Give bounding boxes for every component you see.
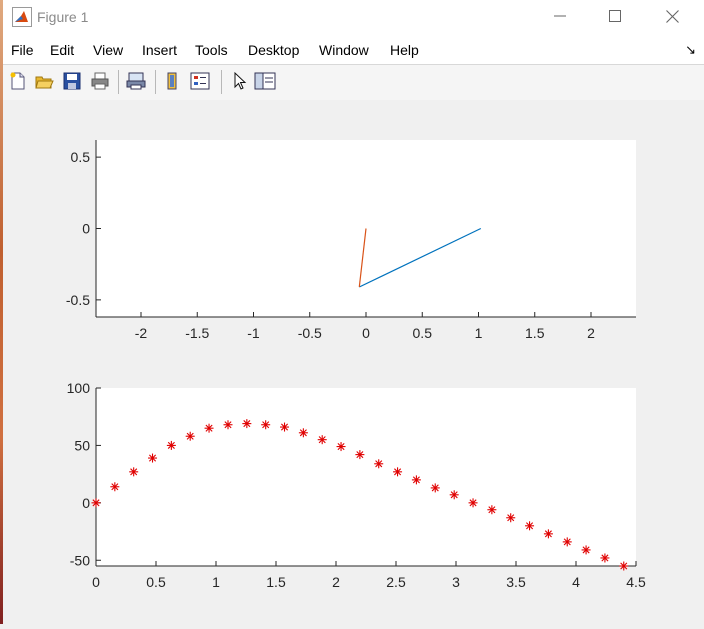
y-tick-label: -50 xyxy=(70,552,90,568)
x-tick-label: 3 xyxy=(452,574,460,590)
x-tick-label: 0.5 xyxy=(413,325,433,341)
open-file-button[interactable] xyxy=(32,69,56,93)
y-tick-label: -0.5 xyxy=(66,292,90,308)
scatter-point xyxy=(298,428,308,438)
scatter-point xyxy=(204,423,214,433)
title-bar[interactable]: Figure 1 xyxy=(3,0,704,36)
scatter-point xyxy=(242,419,252,429)
x-tick-label: -1.5 xyxy=(185,325,209,341)
scatter-point xyxy=(223,420,233,430)
x-tick-label: 4 xyxy=(572,574,580,590)
toolbar-separator xyxy=(155,70,156,94)
x-tick-label: -2 xyxy=(135,325,148,341)
dock-arrow-icon[interactable]: ↘ xyxy=(685,42,696,58)
print-preview-icon xyxy=(126,72,146,90)
scatter-point xyxy=(468,498,478,508)
x-tick-label: 0 xyxy=(92,574,100,590)
matlab-logo-icon xyxy=(12,7,32,27)
save-button[interactable] xyxy=(60,69,84,93)
menu-help[interactable]: Help xyxy=(390,42,419,58)
menu-window[interactable]: Window xyxy=(319,42,369,58)
maximize-button[interactable] xyxy=(586,0,644,32)
menu-bar: File Edit View Insert Tools Desktop Wind… xyxy=(3,36,704,64)
edit-plot-arrow-icon xyxy=(234,71,247,90)
minimize-button[interactable] xyxy=(531,0,589,32)
scatter-point xyxy=(487,505,497,515)
scatter-point xyxy=(411,475,421,485)
x-tick-label: 1 xyxy=(475,325,483,341)
scatter-point xyxy=(148,453,158,463)
x-tick-label: 2 xyxy=(587,325,595,341)
toolbar xyxy=(3,64,704,101)
edit-plot-button[interactable] xyxy=(228,69,252,93)
menu-view[interactable]: View xyxy=(93,42,123,58)
y-tick-label: 50 xyxy=(74,437,90,453)
x-tick-label: -0.5 xyxy=(298,325,322,341)
axes-bottom[interactable]: 0 0.5 1 1.5 2 2.5 3 3.5 4 4.5-50050100 xyxy=(67,380,646,590)
scatter-point xyxy=(374,459,384,469)
link-plot-icon xyxy=(167,72,177,90)
scatter-point xyxy=(393,467,403,477)
menu-file[interactable]: File xyxy=(11,42,34,58)
scatter-point xyxy=(129,467,139,477)
y-tick-label: 0 xyxy=(82,495,90,511)
x-tick-label: 2 xyxy=(332,574,340,590)
scatter-point xyxy=(185,431,195,441)
x-tick-label: 0 xyxy=(362,325,370,341)
property-inspector-icon xyxy=(254,72,276,90)
x-tick-label: -1 xyxy=(247,325,260,341)
scatter-point xyxy=(91,498,101,508)
save-icon xyxy=(63,72,81,90)
link-plot-button[interactable] xyxy=(160,69,184,93)
menu-insert[interactable]: Insert xyxy=(142,42,177,58)
menu-edit[interactable]: Edit xyxy=(50,42,74,58)
insert-legend-button[interactable] xyxy=(188,69,212,93)
y-tick-label: 100 xyxy=(67,380,91,396)
x-tick-label: 2.5 xyxy=(386,574,406,590)
figure-canvas: -2 -1.5 -1 -0.5 0 0.5 1 1.5 2 -0.5 0 0.5 0 0.5 1 1.5 2 2… xyxy=(3,100,704,624)
new-figure-icon xyxy=(10,72,25,90)
insert-legend-icon xyxy=(190,72,210,90)
axes-top[interactable]: -2 -1.5 -1 -0.5 0 0.5 1 1.5 2 -0.5 0 0.5 xyxy=(66,140,636,341)
x-tick-label: 1.5 xyxy=(525,325,545,341)
close-icon xyxy=(665,9,679,23)
figure-plots: -2 -1.5 -1 -0.5 0 0.5 1 1.5 2 -0.5 0 0.5 0 0.5 1 1.5 2 2… xyxy=(66,140,646,590)
x-tick-label: 4.5 xyxy=(626,574,646,590)
open-file-icon xyxy=(35,76,54,89)
window-title: Figure 1 xyxy=(37,9,89,25)
toolbar-separator xyxy=(118,70,119,94)
menu-desktop[interactable]: Desktop xyxy=(248,42,299,58)
menu-tools[interactable]: Tools xyxy=(195,42,228,58)
property-inspector-button[interactable] xyxy=(253,69,277,93)
close-button[interactable] xyxy=(643,0,701,32)
scatter-point xyxy=(355,450,365,460)
toolbar-separator xyxy=(221,70,222,94)
scatter-point xyxy=(317,435,327,445)
maximize-icon xyxy=(609,10,621,22)
minimize-icon xyxy=(554,15,566,17)
scatter-point xyxy=(280,422,290,432)
print-button[interactable] xyxy=(88,69,112,93)
x-tick-label: 1.5 xyxy=(266,574,286,590)
scatter-point xyxy=(166,440,176,450)
new-figure-button[interactable] xyxy=(6,69,30,93)
scatter-point xyxy=(261,420,271,430)
axes-bottom-background xyxy=(96,388,636,566)
y-tick-label: 0.5 xyxy=(71,149,91,165)
x-tick-label: 3.5 xyxy=(506,574,526,590)
scatter-point xyxy=(449,490,459,500)
scatter-point xyxy=(336,442,346,452)
scatter-point xyxy=(430,483,440,493)
print-icon xyxy=(91,72,109,90)
x-tick-label: 1 xyxy=(212,574,220,590)
print-preview-button[interactable] xyxy=(124,69,148,93)
x-tick-label: 0.5 xyxy=(146,574,166,590)
y-tick-label: 0 xyxy=(82,221,90,237)
